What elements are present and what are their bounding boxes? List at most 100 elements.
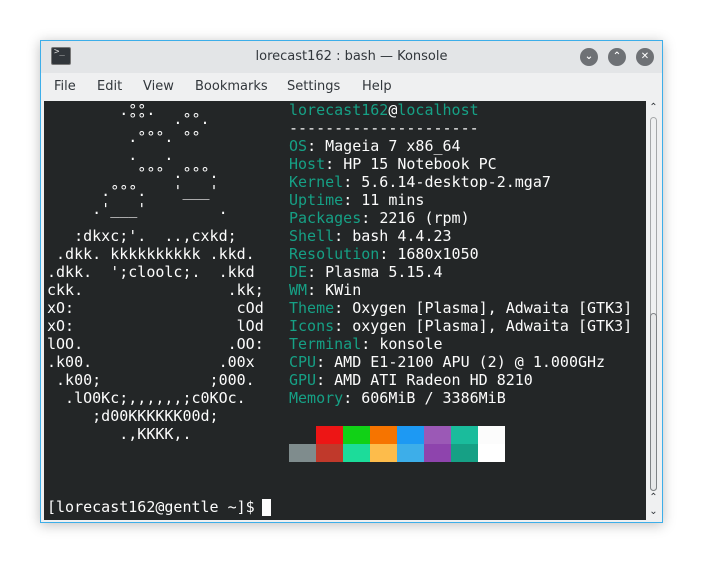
menu-settings[interactable]: Settings bbox=[287, 79, 340, 94]
logo-line: .°°°. °° bbox=[47, 128, 201, 146]
info-key: Terminal bbox=[289, 335, 362, 353]
close-icon: ✕ bbox=[640, 51, 650, 62]
menu-edit[interactable]: Edit bbox=[97, 79, 122, 94]
scroll-up-button-bottom[interactable]: ⌃ bbox=[646, 491, 661, 505]
info-key: WM bbox=[289, 281, 308, 299]
color-swatch bbox=[451, 426, 478, 444]
info-value: HP 15 Notebook PC bbox=[343, 155, 497, 173]
color-swatch bbox=[424, 444, 451, 462]
text-cursor bbox=[262, 499, 271, 516]
scroll-up-button[interactable]: ⌃ bbox=[646, 101, 661, 115]
info-key: Shell bbox=[289, 227, 335, 245]
color-swatch bbox=[343, 444, 370, 462]
color-swatch bbox=[316, 444, 343, 462]
info-key: CPU bbox=[289, 353, 317, 371]
logo-line: ;d00KKKKKK00d; bbox=[47, 407, 219, 425]
info-key: Kernel bbox=[289, 173, 344, 191]
info-row: DE: Plasma 5.15.4 bbox=[289, 263, 443, 281]
info-value: Plasma 5.15.4 bbox=[325, 263, 443, 281]
color-swatch bbox=[478, 426, 505, 444]
terminal-area[interactable]: .°°. °° .°°. .°°°. °° . . °°° .°°°. .°°°… bbox=[44, 101, 646, 520]
shell-prompt: [lorecast162@gentle ~]$ bbox=[47, 498, 264, 516]
logo-line: xO: cOd bbox=[47, 299, 264, 317]
chevron-up-icon: ⌃ bbox=[612, 51, 622, 62]
logo-line: .lO0Kc;,,,,,,;c0KOc. bbox=[47, 389, 246, 407]
color-swatch bbox=[289, 426, 316, 444]
konsole-window: lorecast162 : bash — Konsole ⌄ ⌃ ✕ File … bbox=[40, 40, 663, 523]
info-row: CPU: AMD E1-2100 APU (2) @ 1.000GHz bbox=[289, 353, 606, 371]
menu-file[interactable]: File bbox=[54, 79, 76, 94]
info-row: Shell: bash 4.4.23 bbox=[289, 227, 452, 245]
color-swatch bbox=[451, 444, 478, 462]
info-value: AMD ATI Radeon HD 8210 bbox=[334, 371, 533, 389]
logo-line: ckk. .kk; bbox=[47, 281, 264, 299]
user-host-line: lorecast162@localhost bbox=[289, 101, 479, 119]
scrollbar[interactable]: ⌃ ⌃ ⌄ bbox=[646, 101, 661, 520]
chevron-down-icon: ⌄ bbox=[649, 506, 658, 517]
color-swatch bbox=[343, 426, 370, 444]
color-swatch bbox=[289, 444, 316, 462]
menu-view[interactable]: View bbox=[143, 79, 174, 94]
info-value: konsole bbox=[379, 335, 443, 353]
scroll-down-button[interactable]: ⌄ bbox=[646, 505, 661, 519]
info-key: Packages bbox=[289, 209, 362, 227]
info-key: GPU bbox=[289, 371, 317, 389]
info-key: Resolution bbox=[289, 245, 380, 263]
info-value: 11 mins bbox=[361, 191, 425, 209]
menu-help[interactable]: Help bbox=[362, 79, 392, 94]
logo-line: :dkxc;'. ..,cxkd; bbox=[47, 227, 237, 245]
info-value: 2216 (rpm) bbox=[379, 209, 470, 227]
chevron-down-icon: ⌄ bbox=[584, 51, 594, 62]
maximize-button[interactable]: ⌃ bbox=[608, 48, 626, 66]
close-button[interactable]: ✕ bbox=[636, 48, 654, 66]
info-value: AMD E1-2100 APU (2) @ 1.000GHz bbox=[334, 353, 606, 371]
info-row: OS: Mageia 7 x86_64 bbox=[289, 137, 461, 155]
logo-line: °°° .°°°. bbox=[47, 164, 219, 182]
logo-line: . . bbox=[47, 146, 174, 164]
logo-line: .'___' . bbox=[47, 200, 228, 218]
info-value: KWin bbox=[325, 281, 362, 299]
info-key: Host bbox=[289, 155, 326, 173]
color-swatch bbox=[370, 444, 397, 462]
info-row: GPU: AMD ATI Radeon HD 8210 bbox=[289, 371, 533, 389]
info-row: Memory: 606MiB / 3386MiB bbox=[289, 389, 506, 407]
info-key: Uptime bbox=[289, 191, 344, 209]
info-row: Host: HP 15 Notebook PC bbox=[289, 155, 497, 173]
menu-bar: File Edit View Bookmarks Settings Help bbox=[41, 73, 662, 101]
logo-line: °° .°°. bbox=[47, 110, 210, 128]
color-swatch bbox=[424, 426, 451, 444]
logo-line: .,KKKK,. bbox=[47, 425, 192, 443]
info-row: Icons: oxygen [Plasma], Adwaita [GTK3] bbox=[289, 317, 633, 335]
info-key: Icons bbox=[289, 317, 335, 335]
info-key: DE bbox=[289, 263, 308, 281]
color-swatch bbox=[316, 426, 343, 444]
logo-line: .°°°. '___' bbox=[47, 182, 219, 200]
color-swatch bbox=[397, 444, 424, 462]
info-row: Uptime: 11 mins bbox=[289, 191, 425, 209]
info-key: Theme bbox=[289, 299, 335, 317]
info-row: Packages: 2216 (rpm) bbox=[289, 209, 470, 227]
color-swatch bbox=[478, 444, 505, 462]
title-bar[interactable]: lorecast162 : bash — Konsole ⌄ ⌃ ✕ bbox=[41, 41, 662, 73]
logo-line: lOO. .OO: bbox=[47, 335, 264, 353]
info-row: Terminal: konsole bbox=[289, 335, 443, 353]
info-key: Memory bbox=[289, 389, 344, 407]
scrollbar-thumb[interactable] bbox=[650, 313, 657, 491]
color-swatch bbox=[370, 426, 397, 444]
info-value: 1680x1050 bbox=[397, 245, 479, 263]
chevron-up-icon: ⌃ bbox=[649, 492, 658, 503]
logo-line: .k00; ;000. bbox=[47, 371, 255, 389]
menu-bookmarks[interactable]: Bookmarks bbox=[195, 79, 268, 94]
logo-line: .dkk. kkkkkkkkkk .kkd. bbox=[47, 245, 255, 263]
logo-line: xO: lOd bbox=[47, 317, 264, 335]
info-value: oxygen [Plasma], Adwaita [GTK3] bbox=[352, 317, 633, 335]
logo-line: .dkk. ';cloolc;. .kkd bbox=[47, 263, 255, 281]
info-value: 606MiB / 3386MiB bbox=[361, 389, 506, 407]
minimize-button[interactable]: ⌄ bbox=[580, 48, 598, 66]
info-value: Oxygen [Plasma], Adwaita [GTK3] bbox=[352, 299, 633, 317]
separator: --------------------- bbox=[289, 119, 479, 137]
info-value: Mageia 7 x86_64 bbox=[325, 137, 461, 155]
info-row: Kernel: 5.6.14-desktop-2.mga7 bbox=[289, 173, 551, 191]
info-value: 5.6.14-desktop-2.mga7 bbox=[361, 173, 551, 191]
info-row: WM: KWin bbox=[289, 281, 362, 299]
